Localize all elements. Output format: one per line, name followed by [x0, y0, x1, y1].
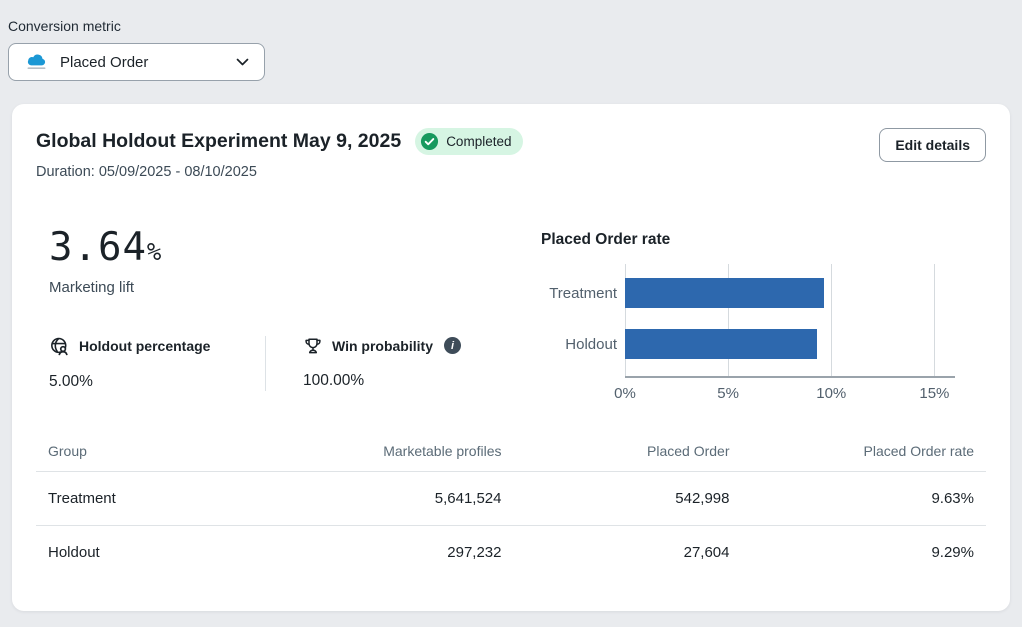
table-row: Holdout297,23227,6049.29%: [36, 526, 986, 580]
marketing-lift-unit: %: [147, 238, 161, 266]
stats-row: Holdout percentage 5.00%: [49, 336, 536, 391]
chart-plot: [625, 264, 955, 378]
table-header: Group: [36, 443, 245, 472]
win-probability-label: Win probability: [332, 338, 433, 354]
chart-plot-wrap: 0%5%10%15%: [625, 264, 955, 405]
results-table-section: GroupMarketable profilesPlaced OrderPlac…: [36, 443, 986, 579]
globe-person-icon: [49, 336, 70, 357]
chevron-down-icon: [236, 58, 249, 66]
win-probability-head: Win probability i: [303, 336, 461, 356]
chart-category-label-treatment: Treatment: [541, 278, 625, 308]
bar-chart: Treatment Holdout 0% 5% 10% 15%: [541, 264, 986, 405]
holdout-percentage-value: 5.00%: [49, 373, 265, 391]
win-probability-stat: Win probability i 100.00%: [303, 336, 461, 391]
status-badge-label: Completed: [446, 134, 511, 149]
experiment-duration: Duration: 05/09/2025 - 08/10/2025: [36, 164, 523, 180]
table-cell: Holdout: [36, 526, 245, 580]
holdout-percentage-label: Holdout percentage: [79, 338, 210, 354]
chart-ticks: 0%5%10%15%: [625, 385, 955, 405]
experiment-card: Global Holdout Experiment May 9, 2025 Co…: [12, 104, 1010, 611]
trophy-icon: [303, 336, 323, 356]
edit-details-button[interactable]: Edit details: [879, 128, 986, 162]
table-cell: 5,641,524: [245, 472, 502, 526]
status-badge: Completed: [415, 128, 523, 155]
holdout-percentage-stat: Holdout percentage 5.00%: [49, 336, 265, 391]
chart-category-label-holdout: Holdout: [541, 329, 625, 359]
chart-tick-label: 5%: [717, 385, 739, 402]
conversion-metric-label: Conversion metric: [8, 18, 1014, 34]
table-header: Marketable profiles: [245, 443, 502, 472]
results-table-body: Treatment5,641,524542,9989.63%Holdout297…: [36, 472, 986, 580]
results-table-head-row: GroupMarketable profilesPlaced OrderPlac…: [36, 443, 986, 472]
check-circle-icon: [420, 132, 439, 151]
commerce-cloud-icon: [25, 54, 48, 71]
info-icon[interactable]: i: [444, 337, 461, 354]
chart-bar-holdout: [625, 329, 817, 359]
win-probability-value: 100.00%: [303, 372, 461, 390]
summary-row: 3.64 % Marketing lift: [36, 226, 986, 405]
conversion-metric-section: Conversion metric Placed Order: [0, 0, 1022, 81]
table-header: Placed Order rate: [730, 443, 987, 472]
table-cell: Treatment: [36, 472, 245, 526]
chart-labels: Treatment Holdout: [541, 264, 625, 405]
card-header: Global Holdout Experiment May 9, 2025 Co…: [36, 128, 986, 180]
conversion-metric-selected: Placed Order: [60, 54, 148, 71]
experiment-title: Global Holdout Experiment May 9, 2025: [36, 130, 401, 153]
chart-bars: [625, 264, 955, 378]
chart-tick-label: 10%: [816, 385, 846, 402]
chart-title: Placed Order rate: [541, 231, 986, 249]
marketing-lift-value: 3.64 %: [49, 226, 536, 271]
table-cell: 9.29%: [730, 526, 987, 580]
chart-tick-label: 0%: [614, 385, 636, 402]
results-table: GroupMarketable profilesPlaced OrderPlac…: [36, 443, 986, 579]
table-cell: 542,998: [502, 472, 730, 526]
conversion-metric-dropdown[interactable]: Placed Order: [8, 43, 265, 81]
header-left: Global Holdout Experiment May 9, 2025 Co…: [36, 128, 523, 180]
marketing-lift-label: Marketing lift: [49, 279, 536, 296]
holdout-percentage-head: Holdout percentage: [49, 336, 265, 357]
table-cell: 9.63%: [730, 472, 987, 526]
chart-bar-treatment: [625, 278, 824, 308]
table-header: Placed Order: [502, 443, 730, 472]
stats-divider: [265, 336, 266, 391]
metrics-column: 3.64 % Marketing lift: [36, 226, 536, 405]
title-row: Global Holdout Experiment May 9, 2025 Co…: [36, 128, 523, 155]
table-row: Treatment5,641,524542,9989.63%: [36, 472, 986, 526]
table-cell: 27,604: [502, 526, 730, 580]
chart-tick-label: 15%: [919, 385, 949, 402]
table-cell: 297,232: [245, 526, 502, 580]
marketing-lift-number: 3.64: [49, 226, 147, 271]
chart-section: Placed Order rate Treatment Holdout 0% 5% 1…: [536, 226, 986, 405]
